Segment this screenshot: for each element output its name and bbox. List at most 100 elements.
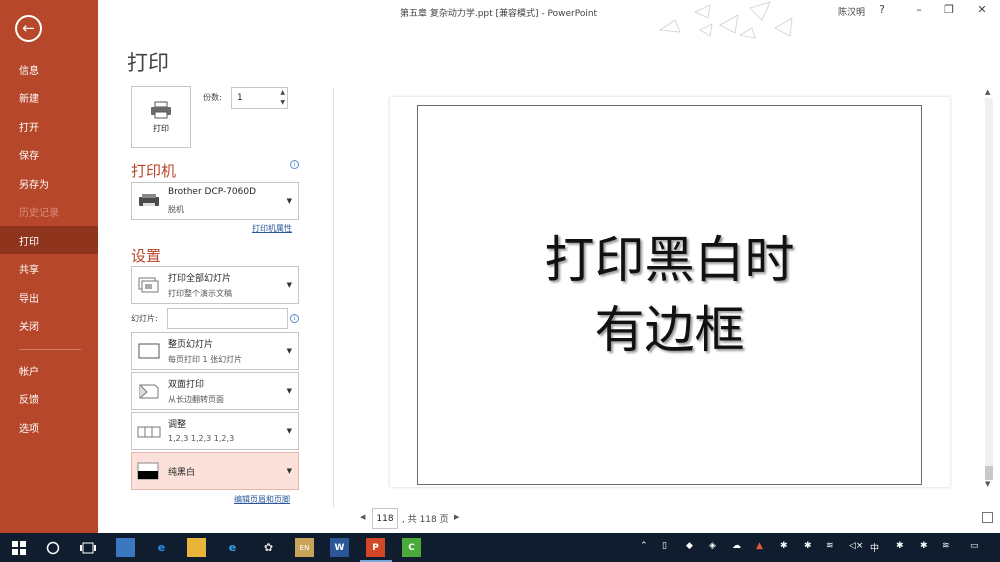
duplex-subtitle: 从长边翻转页面	[168, 395, 224, 404]
scroll-down-icon[interactable]: ▼	[985, 480, 990, 488]
layout-select[interactable]: 整页幻灯片 每页打印 1 张幻灯片 ▼	[131, 332, 299, 370]
print-button[interactable]: 打印	[131, 86, 191, 148]
camtasia-app-icon[interactable]: C	[402, 538, 421, 557]
scroll-up-icon[interactable]: ▲	[985, 88, 990, 96]
help-button[interactable]: ?	[875, 3, 889, 16]
edit-header-footer-link[interactable]: 编辑页眉和页脚	[234, 494, 290, 505]
internet-explorer-icon[interactable]: e	[223, 538, 242, 557]
chevron-down-icon: ▼	[286, 387, 292, 395]
duplex-title: 双面打印	[168, 380, 205, 390]
sidebar-item-open[interactable]: 打开	[0, 112, 98, 140]
sidebar-item-feedback[interactable]: 反馈	[0, 384, 98, 412]
layout-title: 整页幻灯片	[168, 340, 214, 350]
chevron-down-icon: ▼	[286, 427, 292, 435]
sync-icon[interactable]: ◈	[709, 541, 716, 551]
windows-start-icon[interactable]	[9, 538, 28, 557]
ime-indicator[interactable]: 中	[870, 541, 879, 554]
color-mode-select[interactable]: 纯黑白 ▼	[131, 452, 299, 490]
search-circle-icon[interactable]	[43, 538, 62, 557]
windows-taskbar: e e ✿ EN W P C ⌃ ▯ ◆ ◈ ☁ ▲ ✱ ✱ ≋ ◁× 中 ✱ …	[0, 533, 1000, 562]
page-number-input[interactable]: 118	[372, 508, 398, 529]
sidebar-item-close[interactable]: 关闭	[0, 311, 98, 339]
layout-subtitle: 每页打印 1 张幻灯片	[168, 355, 243, 364]
page-title: 打印	[127, 51, 169, 75]
app-tray-icon[interactable]: ▲	[756, 541, 763, 551]
notifications-icon[interactable]: ▭	[970, 541, 979, 551]
backstage-sidebar: ← 信息 新建 打开 保存 另存为 历史记录 打印 共享 导出 关闭 帐户 反馈…	[0, 0, 98, 533]
collate-subtitle: 1,2,3 1,2,3 1,2,3	[168, 434, 235, 443]
printer-select[interactable]: Brother DCP-7060D 脱机 ▼	[131, 182, 299, 220]
slide-text-line-1: 打印黑白时	[544, 231, 795, 289]
powerpoint-app-icon[interactable]: P	[366, 538, 385, 557]
sidebar-item-account[interactable]: 帐户	[0, 356, 98, 384]
slide-text-line-2: 有边框	[594, 301, 745, 359]
spin-down-icon[interactable]: ▼	[280, 100, 285, 106]
volume-icon[interactable]: ◁×	[849, 541, 863, 551]
duplex-select[interactable]: 双面打印 从长边翻转页面 ▼	[131, 372, 299, 410]
window-title: 第五章 复杂动力学.ppt [兼容模式] - PowerPoint	[400, 9, 598, 19]
print-range-subtitle: 打印整个演示文稿	[168, 289, 232, 298]
printer-icon	[151, 101, 171, 118]
chevron-down-icon: ▼	[286, 467, 292, 475]
usb-icon[interactable]: ▯	[662, 541, 667, 551]
network-tray-icon-2[interactable]: ✱	[896, 541, 904, 551]
sidebar-item-info[interactable]: 信息	[0, 55, 98, 83]
restore-button[interactable]: ❐	[942, 3, 956, 16]
slide-preview: 打印黑白时 有边框	[417, 105, 922, 485]
back-arrow-icon[interactable]: ←	[15, 15, 42, 42]
settings-section-title: 设置	[131, 247, 162, 265]
sidebar-item-save-as[interactable]: 另存为	[0, 169, 98, 197]
wifi-icon[interactable]: ≋	[826, 541, 834, 551]
scrollbar-track[interactable]	[985, 98, 993, 478]
bluetooth-icon-2[interactable]: ✱	[920, 541, 928, 551]
edge-browser-icon[interactable]: e	[152, 538, 171, 557]
security-icon[interactable]: ◆	[686, 541, 693, 551]
cloud-icon[interactable]: ☁	[732, 541, 741, 551]
info-icon[interactable]: i	[290, 160, 299, 169]
show-hidden-icons-icon[interactable]: ⌃	[640, 541, 648, 551]
app-icon-monitor[interactable]	[116, 538, 135, 557]
info-icon[interactable]: i	[290, 314, 299, 323]
full-page-slide-icon	[138, 343, 160, 359]
preview-scrollbar[interactable]: ▲ ▼	[983, 88, 995, 488]
slides-input[interactable]	[167, 308, 288, 329]
title-decoration-pattern	[658, 1, 793, 39]
close-button[interactable]: ✕	[975, 3, 989, 16]
task-view-icon[interactable]	[78, 538, 97, 557]
wifi-icon-2[interactable]: ≋	[942, 541, 950, 551]
scrollbar-thumb[interactable]	[985, 466, 993, 480]
sidebar-item-share[interactable]: 共享	[0, 254, 98, 282]
sidebar-item-save[interactable]: 保存	[0, 140, 98, 168]
dictionary-app-icon[interactable]: EN	[295, 538, 314, 557]
collate-select[interactable]: 调整 1,2,3 1,2,3 1,2,3 ▼	[131, 412, 299, 450]
sidebar-item-print[interactable]: 打印	[0, 226, 98, 254]
file-explorer-icon[interactable]	[187, 538, 206, 557]
duplex-page-icon	[139, 384, 159, 399]
account-user-name[interactable]: 陈汉明	[838, 5, 865, 18]
collate-icon	[137, 426, 161, 438]
sidebar-item-options[interactable]: 选项	[0, 413, 98, 441]
print-range-select[interactable]: 打印全部幻灯片 打印整个演示文稿 ▼	[131, 266, 299, 304]
minimize-button[interactable]: –	[912, 3, 926, 16]
collate-title: 调整	[168, 420, 187, 430]
next-page-icon[interactable]: ▶	[454, 513, 459, 521]
chevron-down-icon: ▼	[286, 197, 292, 205]
word-app-icon[interactable]: W	[330, 538, 349, 557]
sidebar-item-export[interactable]: 导出	[0, 283, 98, 311]
spin-up-icon[interactable]: ▲	[280, 90, 285, 96]
printer-properties-link[interactable]: 打印机属性	[252, 223, 292, 234]
sidebar-item-new[interactable]: 新建	[0, 83, 98, 111]
previous-page-icon[interactable]: ◀	[360, 513, 365, 521]
panel-divider	[333, 88, 334, 508]
copies-value: 1	[237, 93, 243, 103]
printer-device-icon	[139, 194, 159, 206]
chevron-down-icon: ▼	[286, 347, 292, 355]
browser-app-icon[interactable]: ✿	[259, 538, 278, 557]
page-total-label: , 共 118 页	[402, 515, 449, 525]
chevron-down-icon: ▼	[286, 281, 292, 289]
zoom-to-page-icon[interactable]	[982, 512, 993, 523]
bluetooth-icon[interactable]: ✱	[804, 541, 812, 551]
printer-name: Brother DCP-7060D	[168, 187, 257, 197]
network-tray-icon[interactable]: ✱	[780, 541, 788, 551]
copies-input[interactable]: 1 ▲ ▼	[231, 87, 288, 109]
